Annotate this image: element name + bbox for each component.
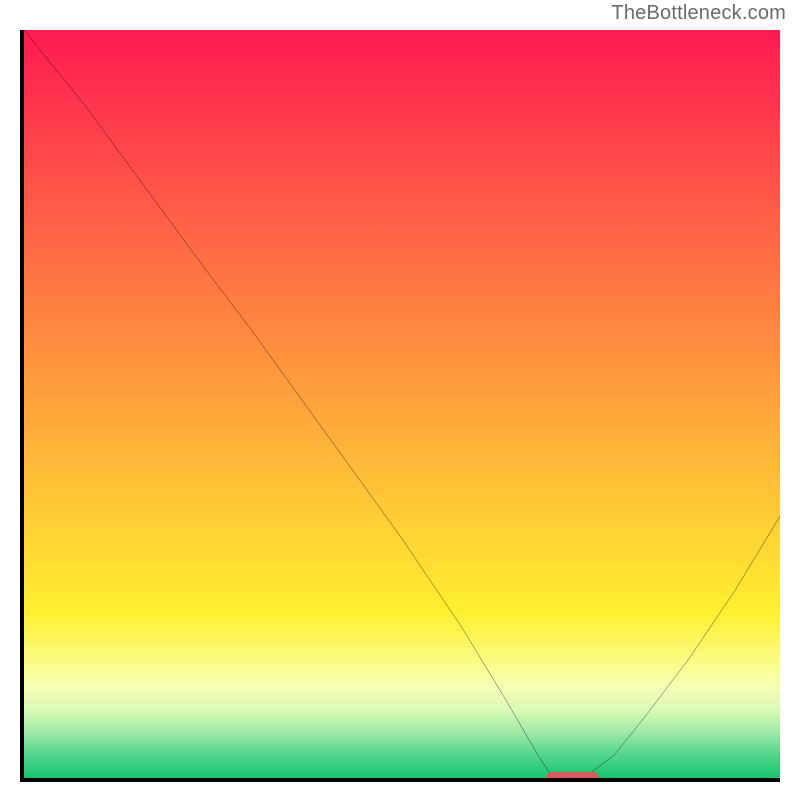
bottleneck-curve <box>24 30 780 778</box>
plot-area <box>20 30 780 782</box>
chart-stage: TheBottleneck.com <box>0 0 800 800</box>
optimal-range-marker <box>546 772 599 782</box>
watermark-text: TheBottleneck.com <box>611 2 786 25</box>
